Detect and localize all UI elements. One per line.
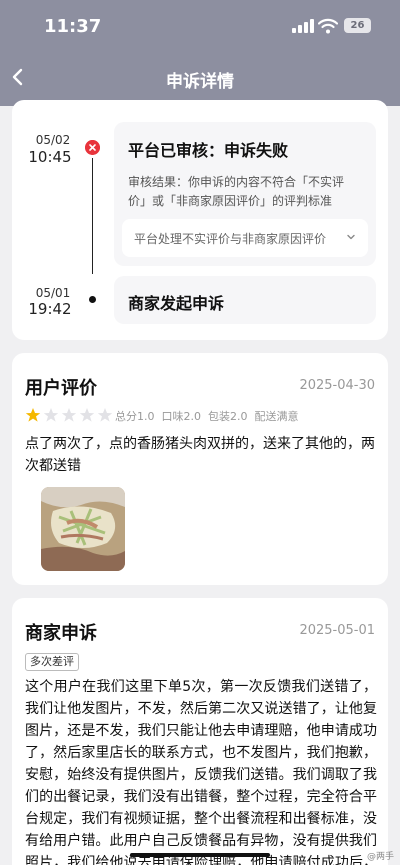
review-text: 点了两次了，点的香肠猪头肉双拼的，送来了其他的，两次都送错 xyxy=(25,436,375,474)
star-empty-icon xyxy=(43,408,59,422)
review-result-text: 审核结果：你申诉的内容不符合「不实评价」或「非商家原因评价」的评判标准 xyxy=(128,175,345,208)
score-item: 口味2.0 xyxy=(161,410,202,423)
appeal-submitted-box: 商家发起申诉 xyxy=(114,276,376,324)
fail-x-icon xyxy=(85,140,100,155)
appeal-submitted-title: 商家发起申诉 xyxy=(128,294,225,313)
timeline-dot xyxy=(89,296,96,303)
signal-icon xyxy=(292,19,314,33)
merchant-appeal-card: 商家申诉 2025-05-01 多次差评 这个用户在我们这里下单5次，第一次反馈… xyxy=(12,598,388,865)
section-heading: 商家申诉 xyxy=(25,623,97,644)
timeline-line xyxy=(92,158,93,274)
appeal-date: 2025-05-01 xyxy=(299,623,375,638)
rule-dropdown-label: 平台处理不实评价与非商家原因评价 xyxy=(134,232,327,246)
review-date: 2025-04-30 xyxy=(299,378,375,393)
review-status-title: 平台已审核：申诉失败 xyxy=(128,141,289,160)
chevron-down-icon xyxy=(347,234,355,240)
page-title: 申诉详情 xyxy=(166,72,234,92)
user-review-card: 用户评价 2025-04-30 总分1.0 口味2.0 包装2.0 配送满意 点了两次… xyxy=(12,353,388,585)
battery-icon: 26 xyxy=(344,18,371,33)
score-item: 包装2.0 xyxy=(208,410,248,423)
entry-time: 10:45 xyxy=(28,148,72,166)
home-indicator xyxy=(130,853,270,857)
status-bar: 11:37 26 xyxy=(0,0,400,52)
section-heading: 用户评价 xyxy=(25,378,97,399)
rule-dropdown[interactable]: 平台处理不实评价与非商家原因评价 xyxy=(122,219,368,257)
review-scores: 总分1.0 口味2.0 包装2.0 配送满意 xyxy=(115,408,306,424)
review-photo[interactable] xyxy=(41,487,125,571)
entry-date: 05/01 xyxy=(35,286,71,300)
star-empty-icon xyxy=(79,408,95,422)
entry-date: 05/02 xyxy=(35,133,71,147)
app-header: 11:37 26 申诉详情 xyxy=(0,0,400,106)
star-empty-icon xyxy=(61,408,77,422)
star-empty-icon xyxy=(97,408,113,422)
review-result-box: 平台已审核：申诉失败 审核结果：你申诉的内容不符合「不实评价」或「非商家原因评价… xyxy=(114,122,376,266)
status-time: 11:37 xyxy=(44,16,102,37)
entry-time: 19:42 xyxy=(28,300,72,318)
appeal-text: 这个用户在我们这里下单5次，第一次反馈我们送错了，我们让他发图片，不发，然后第二… xyxy=(25,679,377,865)
appeal-timeline-card: 05/02 10:45 平台已审核：申诉失败 审核结果：你申诉的内容不符合「不实… xyxy=(12,100,388,340)
wifi-icon xyxy=(318,18,338,34)
star-filled-icon xyxy=(25,408,41,422)
appeal-reason-tag: 多次差评 xyxy=(25,653,79,671)
watermark: @两手 xyxy=(366,852,394,862)
score-item: 总分1.0 xyxy=(115,410,155,423)
nav-bar: 申诉详情 xyxy=(0,56,400,100)
score-item: 配送满意 xyxy=(254,410,299,423)
